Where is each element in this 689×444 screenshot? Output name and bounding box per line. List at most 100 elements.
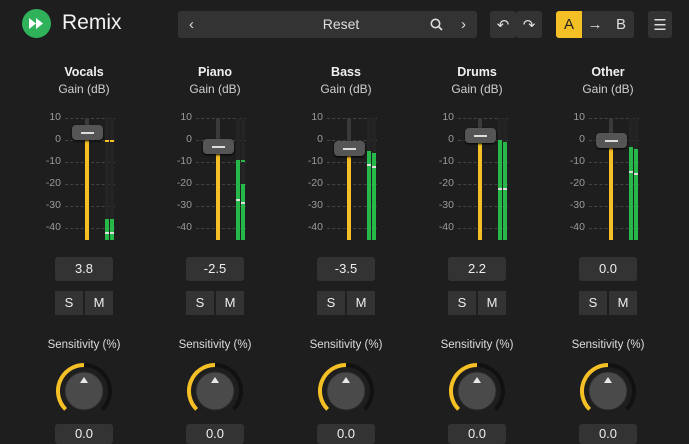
scale-tick-label: 0 [55, 133, 61, 145]
meter-hold [236, 159, 240, 162]
sensitivity-label: Sensitivity (%) [309, 339, 383, 351]
sensitivity-value-field[interactable]: 0.0 [317, 424, 375, 444]
gain-value-field[interactable]: -2.5 [186, 257, 244, 281]
gain-fader-fill [347, 147, 351, 240]
scale-tick-label: -20 [438, 177, 454, 189]
strip-name: Bass [331, 65, 361, 79]
meter-hold [629, 146, 633, 149]
scale-tick-label: -40 [438, 221, 454, 233]
gain-value-field[interactable]: 0.0 [579, 257, 637, 281]
level-meter-left [629, 118, 633, 240]
preset-bar: ‹ Reset › [178, 11, 477, 38]
solo-button[interactable]: S [55, 291, 83, 315]
sensitivity-knob[interactable] [578, 361, 638, 421]
preset-next-button[interactable]: › [450, 11, 477, 38]
redo-button[interactable]: ↷ [516, 11, 542, 38]
meter-peak [498, 188, 502, 191]
solo-button[interactable]: S [579, 291, 607, 315]
header-bar: Remix ‹ Reset › ↶ ↷ A → B ☰ [0, 0, 689, 48]
scale-tick-label: -40 [176, 221, 192, 233]
sensitivity-knob[interactable] [447, 361, 507, 421]
meter-level [241, 184, 245, 240]
scale-tick-label: -30 [569, 199, 585, 211]
strip-gain-label: Gain (dB) [451, 82, 503, 96]
sensitivity-knob[interactable] [54, 361, 114, 421]
mute-button[interactable]: M [478, 291, 506, 315]
gain-fader-handle[interactable] [465, 128, 496, 144]
scale-tick-label: -40 [45, 221, 61, 233]
scale-tick-label: -40 [307, 221, 323, 233]
scale-tick-label: -10 [45, 155, 61, 167]
mute-button[interactable]: M [216, 291, 244, 315]
gain-value-field[interactable]: -3.5 [317, 257, 375, 281]
meter-level [110, 219, 114, 240]
strip-gain-label: Gain (dB) [320, 82, 372, 96]
meter-hold [503, 142, 507, 145]
gain-fader-fill [85, 131, 89, 240]
gain-fader-handle[interactable] [203, 138, 234, 154]
level-meter-right [241, 118, 245, 240]
strip-bass: Bass Gain (dB) 10 0 -10 -20 -30 -40 -3.5 S M Sensi… [291, 62, 401, 444]
mute-button[interactable]: M [347, 291, 375, 315]
scale-tick-label: 0 [317, 133, 323, 145]
menu-button[interactable]: ☰ [648, 11, 672, 38]
solo-button[interactable]: S [317, 291, 345, 315]
meter-hold [367, 151, 371, 153]
logo-play-icon [22, 9, 51, 38]
sensitivity-value-field[interactable]: 0.0 [186, 424, 244, 444]
level-meter-right [503, 118, 507, 240]
sensitivity-knob[interactable] [185, 361, 245, 421]
sensitivity-value-field[interactable]: 0.0 [448, 424, 506, 444]
gain-fader-handle[interactable] [72, 124, 103, 140]
sensitivity-knob[interactable] [316, 361, 376, 421]
sensitivity-value-field[interactable]: 0.0 [579, 424, 637, 444]
scale-tick-label: -20 [176, 177, 192, 189]
level-meter-left [236, 118, 240, 240]
gain-fader-handle[interactable] [596, 133, 627, 148]
gain-value-field[interactable]: 3.8 [55, 257, 113, 281]
mute-button[interactable]: M [85, 291, 113, 315]
mute-button[interactable]: M [609, 291, 637, 315]
meter-peak [110, 232, 114, 235]
meter-level [634, 148, 638, 240]
level-meter-right [110, 118, 114, 240]
solo-button[interactable]: S [186, 291, 214, 315]
meter-peak [105, 232, 109, 235]
undo-button[interactable]: ↶ [490, 11, 516, 38]
strip-name: Piano [197, 65, 233, 79]
scale-tick-label: -10 [176, 155, 192, 167]
level-meter-left [367, 118, 371, 240]
meter-level [503, 142, 507, 240]
sensitivity-label: Sensitivity (%) [571, 339, 645, 351]
scale-tick-label: 10 [180, 111, 192, 123]
strip-gain-label: Gain (dB) [58, 82, 110, 96]
ab-copy-button[interactable]: → [582, 11, 608, 38]
ab-b-button[interactable]: B [608, 11, 634, 38]
ab-a-button[interactable]: A [556, 11, 582, 38]
strip-other: Other Gain (dB) 10 0 -10 -20 -30 -40 0.0 S M Sensi… [553, 62, 663, 444]
sensitivity-label: Sensitivity (%) [440, 339, 514, 351]
sensitivity-value-field[interactable]: 0.0 [55, 424, 113, 444]
level-meter-right [372, 118, 376, 240]
solo-button[interactable]: S [448, 291, 476, 315]
strip-vocals: Vocals Gain (dB) 10 0 -10 -20 -30 -40 3.8 S M Sens… [29, 62, 139, 444]
strip-drums: Drums Gain (dB) 10 0 -10 -20 -30 -40 2.2 S M Sensi… [422, 62, 532, 444]
preset-prev-button[interactable]: ‹ [178, 11, 205, 38]
gain-value-field[interactable]: 2.2 [448, 257, 506, 281]
meter-level [629, 146, 633, 240]
gain-fader-fill [478, 135, 482, 240]
meter-level [105, 219, 109, 240]
meter-peak [629, 170, 633, 173]
meter-hold [498, 140, 502, 142]
scale-tick-label: -20 [45, 177, 61, 189]
preset-search-button[interactable] [423, 11, 450, 38]
strip-piano: Piano Gain (dB) 10 0 -10 -20 -30 -40 -2.5 S M Sens… [160, 62, 270, 444]
gain-fader-handle[interactable] [334, 140, 365, 156]
scale-tick-label: 10 [442, 111, 454, 123]
level-meter-right [634, 118, 638, 240]
meter-hold [372, 153, 376, 156]
strip-name: Other [591, 65, 625, 79]
meter-hold [105, 140, 109, 142]
search-icon [430, 18, 443, 31]
scale-tick-label: -40 [569, 221, 585, 233]
